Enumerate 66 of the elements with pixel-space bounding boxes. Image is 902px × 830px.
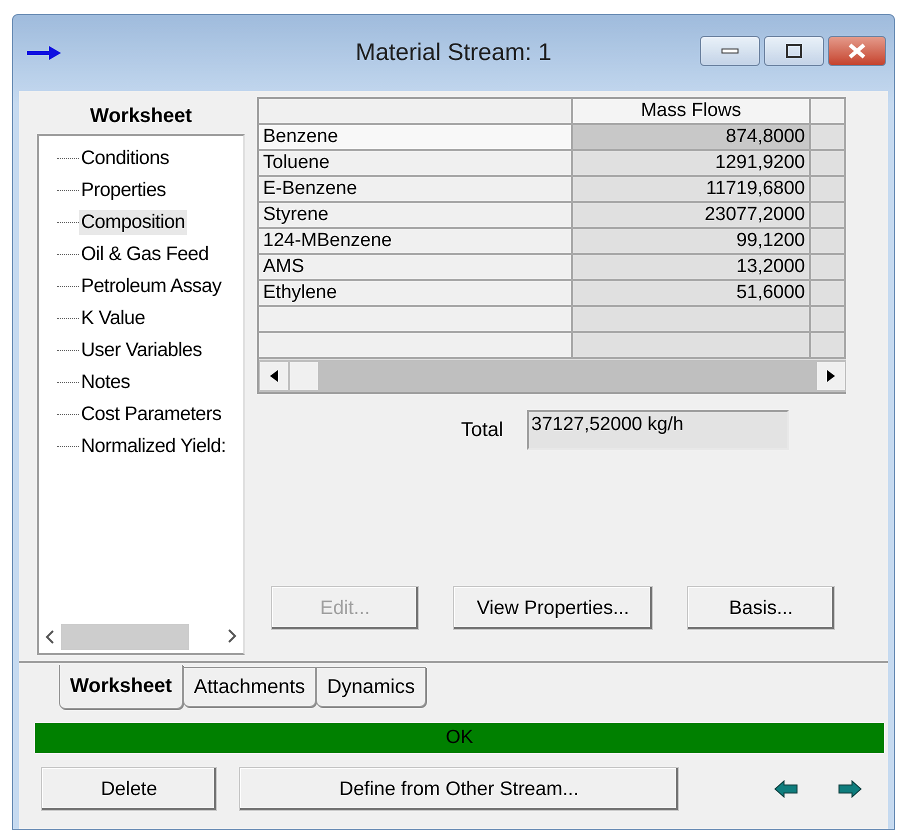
status-bar: OK	[35, 723, 884, 753]
scroll-left-button[interactable]	[259, 361, 289, 391]
table-cell[interactable]	[811, 255, 846, 281]
close-icon	[848, 43, 866, 59]
tab[interactable]: Attachments	[182, 667, 316, 707]
table-cell[interactable]	[811, 203, 846, 229]
horizontal-scrollbar[interactable]	[259, 359, 846, 392]
table-cell[interactable]	[811, 281, 846, 307]
tree-item[interactable]: Petroleum Assay	[79, 274, 224, 298]
sidebar-title: Worksheet	[89, 104, 193, 129]
footer-button[interactable]: Delete	[41, 767, 217, 811]
window-title: Material Stream: 1	[355, 39, 552, 67]
tree-item[interactable]: Oil & Gas Feed	[79, 242, 211, 266]
column-header: Mass Flows	[573, 99, 811, 125]
scroll-right-icon[interactable]	[227, 628, 237, 642]
maximize-icon	[786, 44, 802, 58]
scroll-right-button[interactable]	[816, 361, 846, 391]
table-cell[interactable]	[573, 307, 811, 333]
table-cell[interactable]	[811, 177, 846, 203]
right-arrow-icon[interactable]	[838, 780, 862, 798]
table-cell[interactable]: 99,1200	[573, 229, 811, 255]
scrollbar-thumb[interactable]	[61, 624, 189, 650]
tree-item[interactable]: Properties	[79, 178, 168, 202]
footer-button[interactable]: Define from Other Stream...	[239, 767, 679, 811]
right-arrow-icon	[27, 46, 61, 60]
table-cell[interactable]: 1291,9200	[573, 151, 811, 177]
table-cell[interactable]	[811, 307, 846, 333]
table-cell[interactable]: 11719,6800	[573, 177, 811, 203]
tree-item[interactable]: Notes	[79, 370, 132, 394]
row-header: 124-MBenzene	[259, 229, 573, 255]
row-header: Benzene	[259, 125, 573, 151]
table-cell[interactable]	[811, 125, 846, 151]
table-cell[interactable]: 51,6000	[573, 281, 811, 307]
total-label: Total	[461, 418, 504, 442]
tree-item[interactable]: Composition	[79, 210, 187, 234]
action-button[interactable]: Basis...	[687, 586, 835, 630]
minimize-icon	[721, 48, 739, 54]
table-cell[interactable]: 874,8000	[573, 125, 811, 151]
tree-item[interactable]: Conditions	[79, 146, 172, 170]
row-header: Toluene	[259, 151, 573, 177]
tree-item[interactable]: K Value	[79, 306, 148, 330]
tree-item[interactable]: Cost Parameters	[79, 402, 224, 426]
row-header: E-Benzene	[259, 177, 573, 203]
scroll-left-icon[interactable]	[45, 630, 55, 644]
left-arrow-icon[interactable]	[774, 780, 798, 798]
tab[interactable]: Worksheet	[59, 665, 183, 709]
table-cell[interactable]: 23077,2000	[573, 203, 811, 229]
maximize-button[interactable]	[764, 36, 824, 66]
total-field: 37127,52000 kg/h	[527, 410, 790, 450]
row-header: AMS	[259, 255, 573, 281]
table-cell[interactable]	[811, 229, 846, 255]
table-cell[interactable]	[811, 333, 846, 359]
tree-item[interactable]: Normalized Yield:	[79, 434, 228, 458]
table-cell[interactable]	[811, 151, 846, 177]
row-header: Ethylene	[259, 281, 573, 307]
tab[interactable]: Dynamics	[316, 667, 426, 707]
row-header: Styrene	[259, 203, 573, 229]
tree-item[interactable]: User Variables	[79, 338, 204, 362]
scroll-left-icon[interactable]	[269, 370, 279, 382]
minimize-button[interactable]	[700, 36, 760, 66]
table-cell[interactable]: 13,2000	[573, 255, 811, 281]
scroll-right-icon[interactable]	[826, 370, 836, 382]
close-button[interactable]	[828, 36, 886, 66]
action-button[interactable]: View Properties...	[453, 586, 653, 630]
scrollbar-thumb[interactable]	[289, 361, 319, 391]
table-cell[interactable]	[573, 333, 811, 359]
